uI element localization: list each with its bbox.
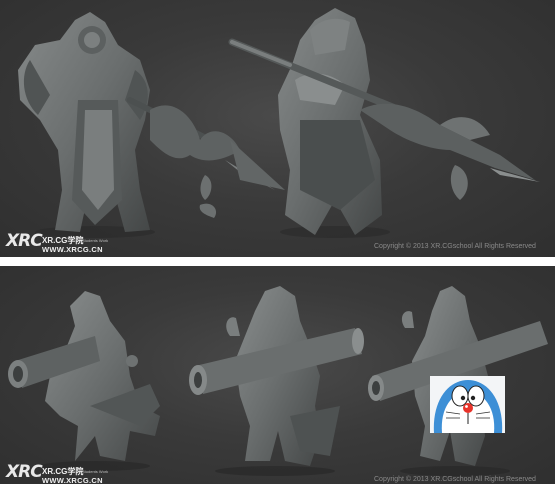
top-sculpt-renders (18, 8, 540, 238)
doraemon-face-icon (430, 376, 505, 433)
xrcg-logo: XRC (6, 231, 43, 251)
xrcg-logo-bottom: XRC (6, 462, 43, 482)
panel-divider (0, 257, 555, 266)
cannon-warrior-front-sculpt (189, 286, 364, 476)
warrior-back-sculpt (228, 8, 540, 238)
bottom-render-panel: XRC XR.CG学院 Students Work WWW.XRCG.CN Co… (0, 266, 555, 484)
brand-subtitle: Students Work (82, 238, 109, 243)
copyright-notice-bottom: Copyright © 2013 XR.CGschool All Rights … (374, 476, 536, 483)
brand-subtitle-bottom: Students Work (82, 469, 109, 474)
doraemon-face-overlay (430, 376, 505, 433)
cannon-warrior-side-sculpt (8, 291, 160, 471)
site-url-bottom: WWW.XRCG.CN (42, 476, 103, 484)
top-render-panel: XRC XR.CG学院 Students Work WWW.XRCG.CN Co… (0, 0, 555, 257)
copyright-notice: Copyright © 2013 XR.CGschool All Rights … (374, 243, 536, 250)
site-url: WWW.XRCG.CN (42, 245, 103, 254)
bottom-sculpt-renders (8, 286, 548, 476)
